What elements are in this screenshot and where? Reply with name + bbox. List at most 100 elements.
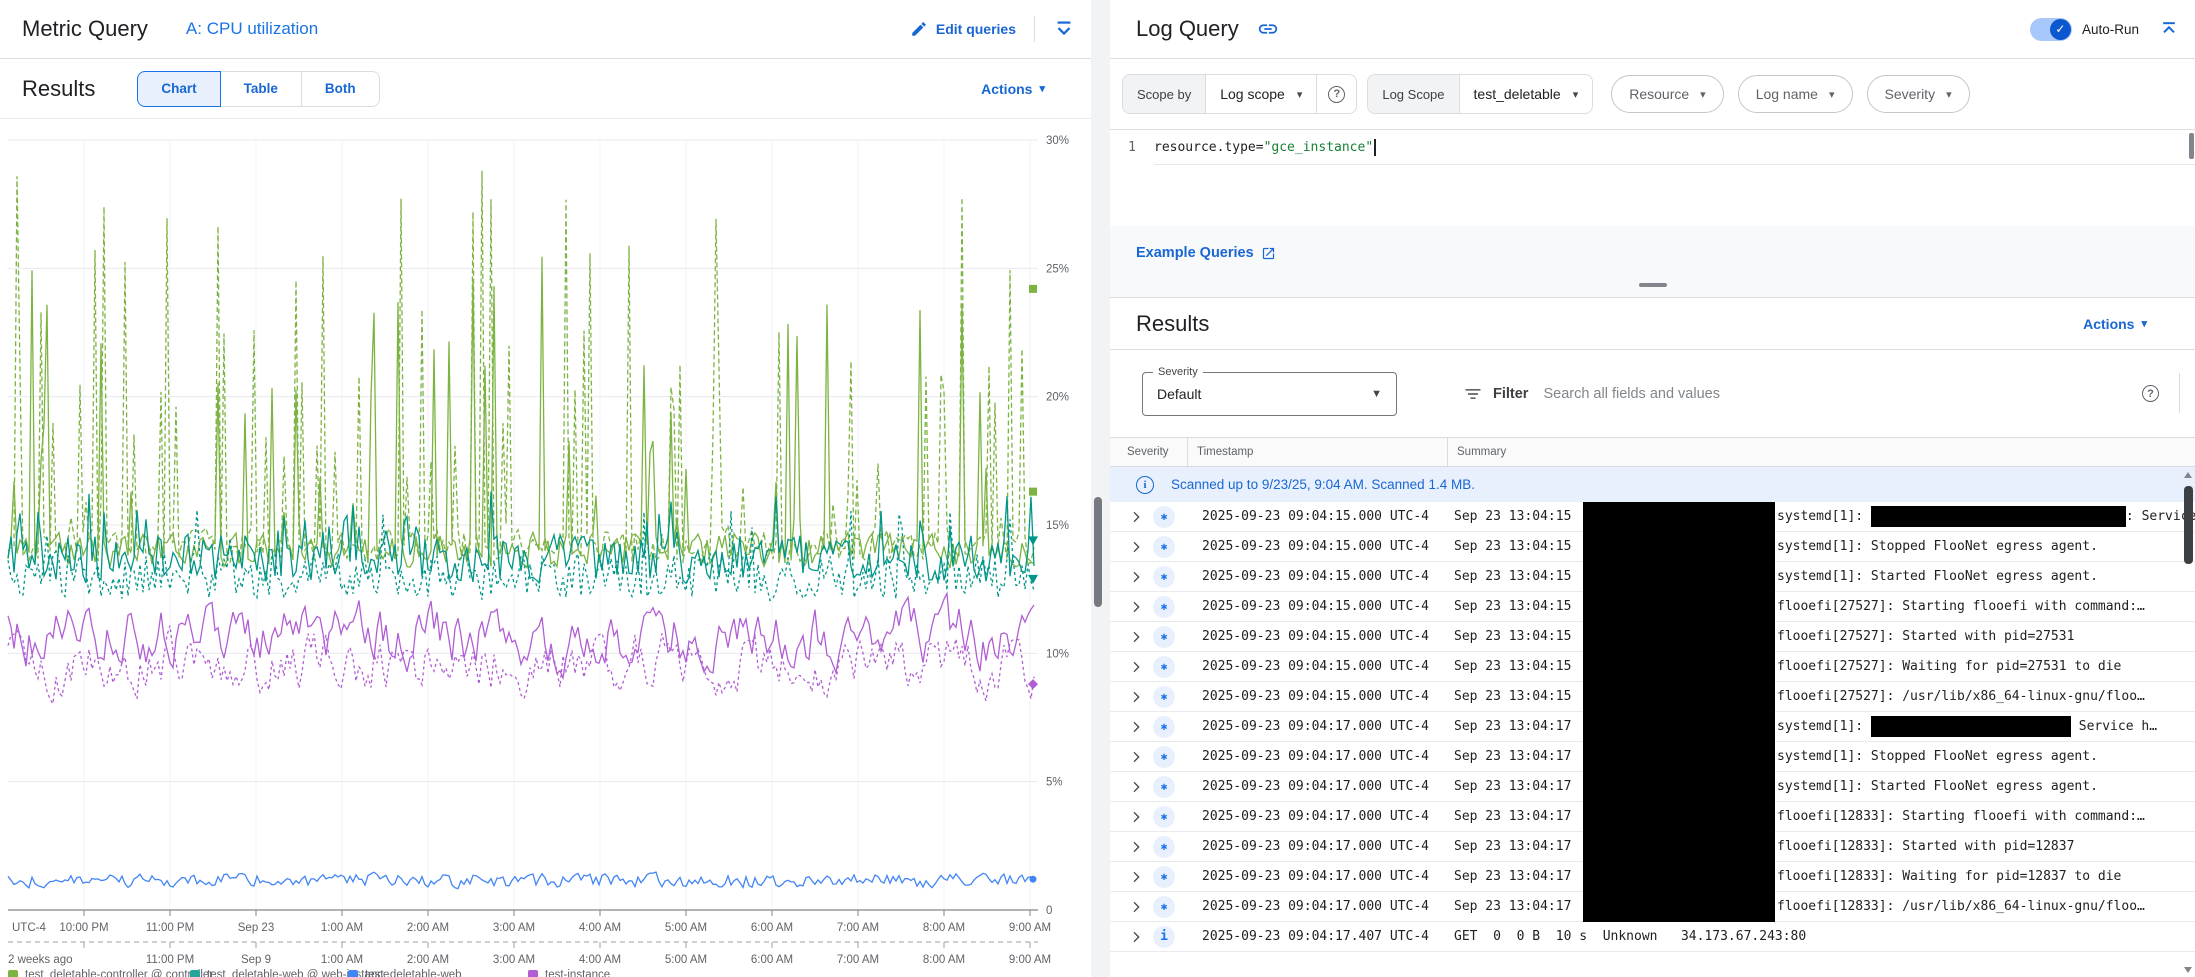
log-timestamp: 2025-09-23 09:04:17.000 UTC-4 xyxy=(1202,749,1454,764)
svg-text:Sep 9: Sep 9 xyxy=(241,954,271,966)
log-table-header: Severity Timestamp Summary xyxy=(1110,437,2195,467)
auto-run-label: Auto-Run xyxy=(2082,22,2139,37)
scope-by-group: Scope by Log scope ▾ ? xyxy=(1122,74,1357,114)
link-icon[interactable] xyxy=(1257,18,1279,40)
expand-row-chevron-icon[interactable] xyxy=(1128,689,1144,705)
expand-row-chevron-icon[interactable] xyxy=(1128,599,1144,615)
panel-splitter-handle[interactable] xyxy=(1094,497,1102,607)
svg-text:5:00 AM: 5:00 AM xyxy=(665,922,707,934)
tab-table[interactable]: Table xyxy=(220,71,302,107)
tab-chart[interactable]: Chart xyxy=(137,71,220,107)
scrollbar-thumb[interactable] xyxy=(2184,486,2193,564)
legend-item[interactable]: test_deletable-web xyxy=(348,969,462,977)
svg-text:1:00 AM: 1:00 AM xyxy=(321,922,363,934)
severity-debug-icon: ✱ xyxy=(1153,746,1175,768)
log-timestamp: 2025-09-23 09:04:17.000 UTC-4 xyxy=(1202,719,1454,734)
log-name-filter-pill[interactable]: Log name ▾ xyxy=(1738,75,1853,113)
expand-row-chevron-icon[interactable] xyxy=(1128,509,1144,525)
severity-debug-icon: ✱ xyxy=(1153,686,1175,708)
auto-run-toggle[interactable]: ✓ xyxy=(2030,18,2072,41)
severity-filter-pill[interactable]: Severity ▾ xyxy=(1867,75,1970,113)
editor-code-area[interactable]: resource.type="gce_instance" xyxy=(1154,130,2195,226)
redacted-column-block xyxy=(1583,502,1775,922)
log-timestamp: 2025-09-23 09:04:15.000 UTC-4 xyxy=(1202,509,1454,524)
svg-text:11:00 PM: 11:00 PM xyxy=(146,954,194,966)
caret-down-icon: ▾ xyxy=(1946,88,1952,101)
caret-down-icon: ▾ xyxy=(2141,317,2147,330)
editor-code-line[interactable]: resource.type="gce_instance" xyxy=(1154,130,2195,165)
edit-queries-button[interactable]: Edit queries xyxy=(910,20,1016,38)
legend-item[interactable]: test_deletable-controller @ controller xyxy=(8,969,213,977)
svg-text:4:00 AM: 4:00 AM xyxy=(579,954,621,966)
metric-query-chip[interactable]: A: CPU utilization xyxy=(186,19,318,39)
scope-help-button[interactable]: ? xyxy=(1316,75,1356,113)
help-icon: ? xyxy=(2142,385,2159,402)
panel-splitter[interactable] xyxy=(1091,0,1110,977)
severity-debug-icon: ✱ xyxy=(1153,536,1175,558)
severity-select[interactable]: Severity Default ▼ xyxy=(1142,372,1397,416)
caret-down-icon: ▾ xyxy=(1829,88,1835,101)
svg-text:30%: 30% xyxy=(1046,135,1069,147)
tab-both[interactable]: Both xyxy=(301,71,380,107)
expand-row-chevron-icon[interactable] xyxy=(1128,839,1144,855)
column-severity: Severity xyxy=(1110,438,1188,466)
log-query-panel: Log Query ✓ Auto-Run Scope by Log scope … xyxy=(1110,0,2195,977)
log-scope-dropdown[interactable]: test_deletable ▾ xyxy=(1460,75,1593,113)
resource-filter-pill[interactable]: Resource ▾ xyxy=(1611,75,1723,113)
legend-label: test_deletable-controller @ controller xyxy=(25,969,213,977)
expand-row-chevron-icon[interactable] xyxy=(1128,629,1144,645)
chart-canvas[interactable]: 30%25%20%15%10%5%0UTC-410:00 PM11:00 PMS… xyxy=(0,119,1091,977)
log-filter-pills: Resource ▾ Log name ▾ Severity ▾ xyxy=(1611,75,1969,113)
svg-text:7:00 AM: 7:00 AM xyxy=(837,954,879,966)
log-timestamp: 2025-09-23 09:04:15.000 UTC-4 xyxy=(1202,539,1454,554)
expand-row-chevron-icon[interactable] xyxy=(1128,539,1144,555)
log-summary: Sep 23 13:04:17flooefi[12833]: Starting … xyxy=(1454,809,2195,824)
resize-handle[interactable] xyxy=(1639,283,1667,287)
log-summary: Sep 23 13:04:17systemd[1]: Started FlooN… xyxy=(1454,779,2195,794)
results-scrollbar[interactable] xyxy=(2181,468,2195,977)
log-timestamp: 2025-09-23 09:04:15.000 UTC-4 xyxy=(1202,689,1454,704)
example-queries-link[interactable]: Example Queries xyxy=(1136,245,1276,261)
log-query-editor[interactable]: 1 resource.type="gce_instance" xyxy=(1110,129,2195,226)
svg-text:2:00 AM: 2:00 AM xyxy=(407,922,449,934)
editor-scrollbar[interactable] xyxy=(2189,133,2194,159)
scroll-down-icon[interactable] xyxy=(2184,967,2192,973)
cpu-utilization-chart[interactable]: 30%25%20%15%10%5%0UTC-410:00 PM11:00 PMS… xyxy=(0,119,1091,977)
expand-row-chevron-icon[interactable] xyxy=(1128,779,1144,795)
expand-row-chevron-icon[interactable] xyxy=(1128,869,1144,885)
expand-row-chevron-icon[interactable] xyxy=(1128,569,1144,585)
expand-row-chevron-icon[interactable] xyxy=(1128,899,1144,915)
log-scope-group: Log Scope test_deletable ▾ xyxy=(1367,74,1593,114)
log-summary-text: flooefi[27527]: /usr/lib/x86_64-linux-gn… xyxy=(1777,689,2145,704)
scope-by-value: Log scope xyxy=(1220,86,1285,102)
log-row[interactable]: i2025-09-23 09:04:17.407 UTC-4GET 0 0 B … xyxy=(1110,922,2195,952)
filter-help-button[interactable]: ? xyxy=(2142,385,2159,402)
code-field: resource.type xyxy=(1154,140,1256,155)
expand-row-chevron-icon[interactable] xyxy=(1128,659,1144,675)
example-queries-strip: Example Queries xyxy=(1110,226,2195,298)
svg-text:5%: 5% xyxy=(1046,777,1063,789)
scroll-up-icon[interactable] xyxy=(2184,472,2192,478)
legend-item[interactable]: test-instance xyxy=(528,969,610,977)
expand-row-chevron-icon[interactable] xyxy=(1128,929,1144,945)
log-summary-text: flooefi[12833]: Started with pid=12837 xyxy=(1777,839,2074,854)
svg-text:3:00 AM: 3:00 AM xyxy=(493,954,535,966)
search-input[interactable]: Search all fields and values xyxy=(1543,386,1720,402)
filter-label: Filter xyxy=(1493,386,1528,402)
log-actions-button[interactable]: Actions ▾ xyxy=(2083,316,2147,332)
expand-row-chevron-icon[interactable] xyxy=(1128,809,1144,825)
expand-row-chevron-icon[interactable] xyxy=(1128,719,1144,735)
chart-view-tabs: Chart Table Both xyxy=(137,71,379,107)
log-name-pill-label: Log name xyxy=(1756,86,1818,102)
severity-debug-icon: ✱ xyxy=(1153,866,1175,888)
log-scope-bar: Scope by Log scope ▾ ? Log Scope test_de… xyxy=(1110,59,2195,129)
expand-row-chevron-icon[interactable] xyxy=(1128,749,1144,765)
severity-debug-icon: ✱ xyxy=(1153,596,1175,618)
collapse-charts-icon[interactable] xyxy=(1053,18,1075,40)
collapse-panel-icon[interactable] xyxy=(2159,19,2179,39)
svg-text:9:00 AM: 9:00 AM xyxy=(1009,922,1051,934)
legend-swatch-icon xyxy=(528,970,538,977)
legend-label: test_deletable-web xyxy=(365,969,462,977)
scope-by-dropdown[interactable]: Log scope ▾ xyxy=(1206,75,1316,113)
metric-actions-button[interactable]: Actions ▾ xyxy=(981,81,1045,97)
